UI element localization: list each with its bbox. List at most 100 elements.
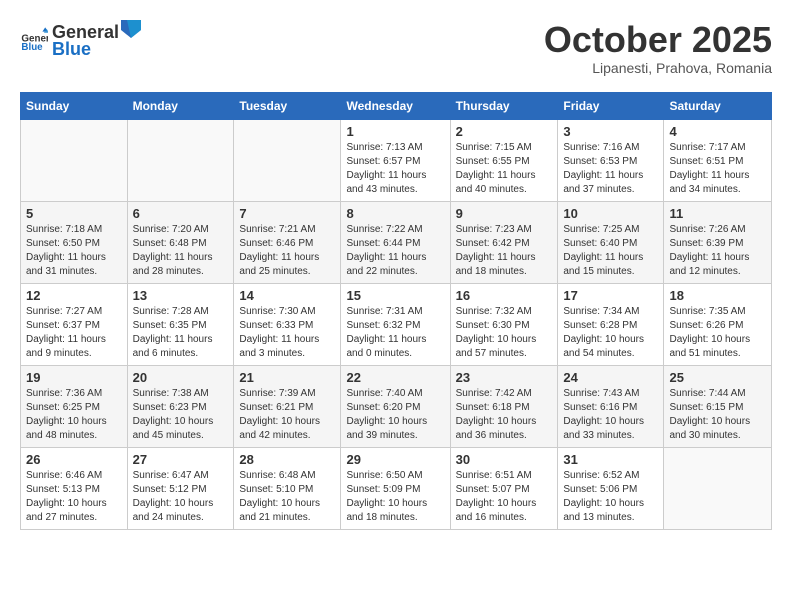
calendar-cell: 23 Sunrise: 7:42 AM Sunset: 6:18 PM Dayli…: [450, 365, 558, 447]
calendar-cell: 28 Sunrise: 6:48 AM Sunset: 5:10 PM Dayli…: [234, 447, 341, 529]
calendar-cell: 22 Sunrise: 7:40 AM Sunset: 6:20 PM Dayli…: [341, 365, 450, 447]
calendar-cell: [234, 119, 341, 201]
weekday-header: Tuesday: [234, 92, 341, 119]
logo-icon: General Blue: [20, 26, 48, 54]
day-number: 26: [26, 452, 122, 467]
weekday-row: SundayMondayTuesdayWednesdayThursdayFrid…: [21, 92, 772, 119]
day-number: 11: [669, 206, 766, 221]
calendar-cell: 6 Sunrise: 7:20 AM Sunset: 6:48 PM Daylig…: [127, 201, 234, 283]
weekday-header: Saturday: [664, 92, 772, 119]
calendar-table: SundayMondayTuesdayWednesdayThursdayFrid…: [20, 92, 772, 530]
day-info: Sunrise: 7:32 AM Sunset: 6:30 PM Dayligh…: [456, 305, 553, 361]
day-info: Sunrise: 7:40 AM Sunset: 6:20 PM Dayligh…: [346, 387, 444, 443]
calendar-cell: 24 Sunrise: 7:43 AM Sunset: 6:16 PM Dayli…: [558, 365, 664, 447]
day-info: Sunrise: 6:46 AM Sunset: 5:13 PM Dayligh…: [26, 469, 122, 525]
calendar-body: 1Sunrise: 7:13 AM Sunset: 6:57 PM Daylig…: [21, 119, 772, 529]
day-number: 6: [133, 206, 229, 221]
day-info: Sunrise: 7:43 AM Sunset: 6:16 PM Dayligh…: [563, 387, 658, 443]
calendar-cell: [21, 119, 128, 201]
day-info: Sunrise: 7:16 AM Sunset: 6:53 PM Dayligh…: [563, 141, 658, 197]
calendar-cell: 11 Sunrise: 7:26 AM Sunset: 6:39 PM Dayli…: [664, 201, 772, 283]
calendar-cell: 1Sunrise: 7:13 AM Sunset: 6:57 PM Daylig…: [341, 119, 450, 201]
calendar-header: SundayMondayTuesdayWednesdayThursdayFrid…: [21, 92, 772, 119]
day-info: Sunrise: 7:26 AM Sunset: 6:39 PM Dayligh…: [669, 223, 766, 279]
day-number: 27: [133, 452, 229, 467]
day-info: Sunrise: 7:35 AM Sunset: 6:26 PM Dayligh…: [669, 305, 766, 361]
logo-arrow-icon: [121, 20, 141, 38]
calendar-cell: 2 Sunrise: 7:15 AM Sunset: 6:55 PM Daylig…: [450, 119, 558, 201]
day-info: Sunrise: 6:48 AM Sunset: 5:10 PM Dayligh…: [239, 469, 335, 525]
day-number: 2: [456, 124, 553, 139]
calendar-cell: 30 Sunrise: 6:51 AM Sunset: 5:07 PM Dayli…: [450, 447, 558, 529]
calendar-week-row: 5 Sunrise: 7:18 AM Sunset: 6:50 PM Daylig…: [21, 201, 772, 283]
day-number: 8: [346, 206, 444, 221]
weekday-header: Thursday: [450, 92, 558, 119]
calendar-week-row: 1Sunrise: 7:13 AM Sunset: 6:57 PM Daylig…: [21, 119, 772, 201]
day-number: 28: [239, 452, 335, 467]
day-number: 29: [346, 452, 444, 467]
day-info: Sunrise: 7:44 AM Sunset: 6:15 PM Dayligh…: [669, 387, 766, 443]
day-info: Sunrise: 7:38 AM Sunset: 6:23 PM Dayligh…: [133, 387, 229, 443]
svg-text:Blue: Blue: [21, 42, 43, 53]
day-number: 22: [346, 370, 444, 385]
day-number: 30: [456, 452, 553, 467]
calendar-cell: 16 Sunrise: 7:32 AM Sunset: 6:30 PM Dayli…: [450, 283, 558, 365]
day-info: Sunrise: 7:28 AM Sunset: 6:35 PM Dayligh…: [133, 305, 229, 361]
day-number: 24: [563, 370, 658, 385]
calendar-cell: 25 Sunrise: 7:44 AM Sunset: 6:15 PM Dayli…: [664, 365, 772, 447]
day-number: 7: [239, 206, 335, 221]
weekday-header: Wednesday: [341, 92, 450, 119]
page-header: General Blue General Blue October 2025 L…: [20, 20, 772, 76]
day-number: 13: [133, 288, 229, 303]
calendar-week-row: 12 Sunrise: 7:27 AM Sunset: 6:37 PM Dayli…: [21, 283, 772, 365]
day-info: Sunrise: 6:50 AM Sunset: 5:09 PM Dayligh…: [346, 469, 444, 525]
day-number: 25: [669, 370, 766, 385]
calendar-cell: 8 Sunrise: 7:22 AM Sunset: 6:44 PM Daylig…: [341, 201, 450, 283]
day-info: Sunrise: 7:42 AM Sunset: 6:18 PM Dayligh…: [456, 387, 553, 443]
day-info: Sunrise: 7:23 AM Sunset: 6:42 PM Dayligh…: [456, 223, 553, 279]
calendar-week-row: 26 Sunrise: 6:46 AM Sunset: 5:13 PM Dayli…: [21, 447, 772, 529]
weekday-header: Sunday: [21, 92, 128, 119]
day-info: Sunrise: 7:18 AM Sunset: 6:50 PM Dayligh…: [26, 223, 122, 279]
day-info: Sunrise: 7:22 AM Sunset: 6:44 PM Dayligh…: [346, 223, 444, 279]
day-info: Sunrise: 7:30 AM Sunset: 6:33 PM Dayligh…: [239, 305, 335, 361]
calendar-cell: 14Sunrise: 7:30 AM Sunset: 6:33 PM Dayli…: [234, 283, 341, 365]
day-number: 12: [26, 288, 122, 303]
day-number: 15: [346, 288, 444, 303]
calendar-cell: 31Sunrise: 6:52 AM Sunset: 5:06 PM Dayli…: [558, 447, 664, 529]
day-info: Sunrise: 6:51 AM Sunset: 5:07 PM Dayligh…: [456, 469, 553, 525]
calendar-cell: 18 Sunrise: 7:35 AM Sunset: 6:26 PM Dayli…: [664, 283, 772, 365]
day-number: 18: [669, 288, 766, 303]
day-number: 31: [563, 452, 658, 467]
calendar-cell: 13 Sunrise: 7:28 AM Sunset: 6:35 PM Dayli…: [127, 283, 234, 365]
day-number: 21: [239, 370, 335, 385]
day-info: Sunrise: 7:15 AM Sunset: 6:55 PM Dayligh…: [456, 141, 553, 197]
day-info: Sunrise: 7:20 AM Sunset: 6:48 PM Dayligh…: [133, 223, 229, 279]
location-subtitle: Lipanesti, Prahova, Romania: [544, 60, 772, 76]
month-title: October 2025: [544, 20, 772, 60]
calendar-cell: 12 Sunrise: 7:27 AM Sunset: 6:37 PM Dayli…: [21, 283, 128, 365]
weekday-header: Monday: [127, 92, 234, 119]
calendar-cell: 26 Sunrise: 6:46 AM Sunset: 5:13 PM Dayli…: [21, 447, 128, 529]
calendar-week-row: 19Sunrise: 7:36 AM Sunset: 6:25 PM Dayli…: [21, 365, 772, 447]
calendar-cell: 17 Sunrise: 7:34 AM Sunset: 6:28 PM Dayli…: [558, 283, 664, 365]
calendar-cell: [664, 447, 772, 529]
day-number: 5: [26, 206, 122, 221]
calendar-cell: 7Sunrise: 7:21 AM Sunset: 6:46 PM Daylig…: [234, 201, 341, 283]
calendar-cell: 19Sunrise: 7:36 AM Sunset: 6:25 PM Dayli…: [21, 365, 128, 447]
day-info: Sunrise: 6:47 AM Sunset: 5:12 PM Dayligh…: [133, 469, 229, 525]
day-info: Sunrise: 7:31 AM Sunset: 6:32 PM Dayligh…: [346, 305, 444, 361]
day-number: 17: [563, 288, 658, 303]
day-info: Sunrise: 7:34 AM Sunset: 6:28 PM Dayligh…: [563, 305, 658, 361]
logo: General Blue General Blue: [20, 20, 143, 60]
day-info: Sunrise: 7:39 AM Sunset: 6:21 PM Dayligh…: [239, 387, 335, 443]
day-number: 23: [456, 370, 553, 385]
calendar-cell: 10Sunrise: 7:25 AM Sunset: 6:40 PM Dayli…: [558, 201, 664, 283]
calendar-cell: 5 Sunrise: 7:18 AM Sunset: 6:50 PM Daylig…: [21, 201, 128, 283]
day-info: Sunrise: 7:25 AM Sunset: 6:40 PM Dayligh…: [563, 223, 658, 279]
day-number: 3: [563, 124, 658, 139]
day-number: 9: [456, 206, 553, 221]
day-number: 4: [669, 124, 766, 139]
day-number: 16: [456, 288, 553, 303]
day-info: Sunrise: 7:27 AM Sunset: 6:37 PM Dayligh…: [26, 305, 122, 361]
